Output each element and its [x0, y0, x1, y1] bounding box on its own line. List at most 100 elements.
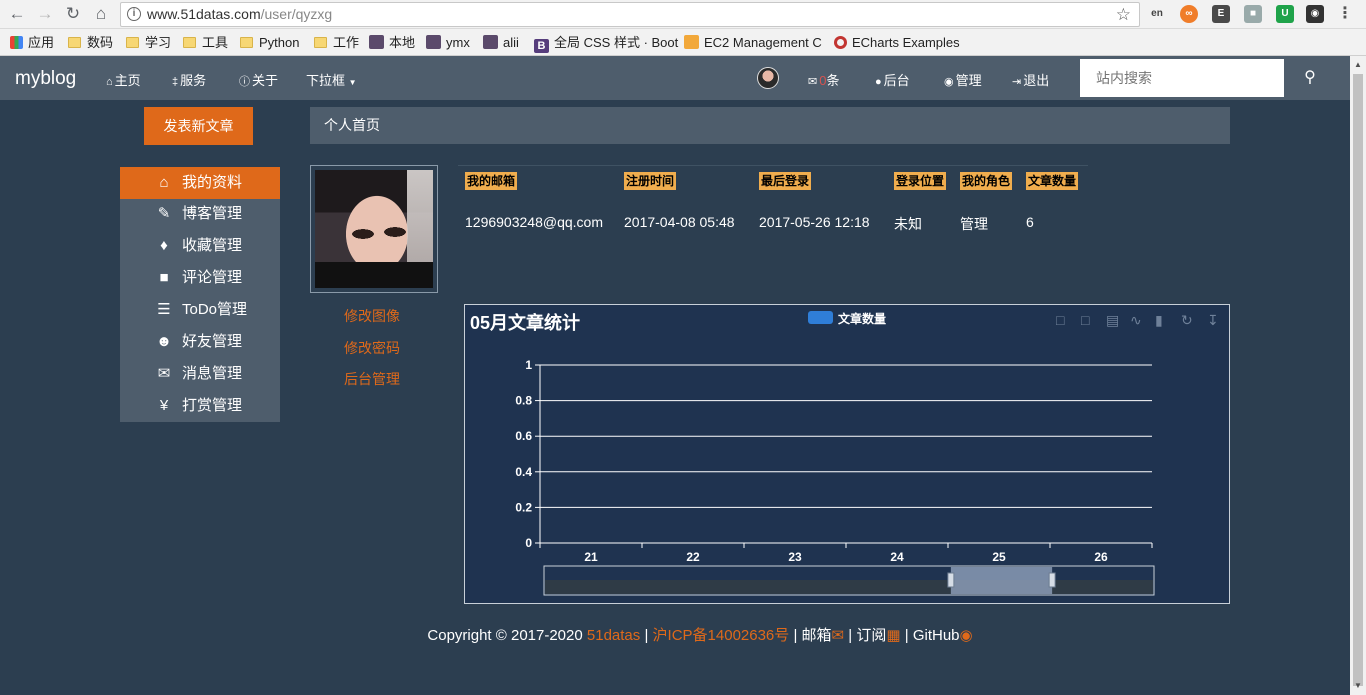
nav-services[interactable]: ‡ 服务 [172, 70, 206, 89]
mail-icon[interactable]: ✉ [832, 627, 845, 644]
zoom-reset-icon[interactable]: □ [1081, 312, 1089, 328]
caret-down-icon: ▼ [348, 78, 357, 87]
bookmark-digital[interactable]: 数码 [68, 34, 113, 52]
search-icon[interactable]: ⚲ [1290, 56, 1330, 100]
change-avatar-link[interactable]: 修改图像 [344, 306, 400, 326]
cube-extension-icon[interactable]: ■ [1244, 5, 1262, 23]
scroll-thumb[interactable] [1353, 74, 1363, 686]
back-arrow-icon[interactable]: ← [6, 4, 28, 24]
bookmark-label: ECharts Examples [852, 35, 960, 50]
sidebar-item-profile[interactable]: ⌂ 我的资料 [120, 167, 280, 199]
datazoom-handle [947, 572, 955, 588]
nav-manage-label: 管理 [955, 73, 982, 88]
sidebar-item-favorites[interactable]: ♦ 收藏管理 [120, 230, 280, 262]
shield-extension-icon[interactable]: U [1276, 5, 1294, 23]
publish-article-button[interactable]: 发表新文章 [144, 107, 253, 145]
forward-arrow-icon[interactable]: → [34, 4, 56, 24]
bookmark-label: ymx [446, 35, 470, 50]
nav-dropdown[interactable]: 下拉框 ▼ [306, 70, 357, 89]
bookmark-alii[interactable]: alii [483, 34, 519, 52]
footer-site-link[interactable]: 51datas [587, 627, 640, 644]
nav-home-label: 主页 [114, 73, 141, 88]
reload-icon[interactable]: ↻ [62, 4, 84, 24]
bookmark-python[interactable]: Python [240, 34, 299, 52]
site-info-icon[interactable]: i [127, 7, 141, 21]
legend-swatch[interactable] [808, 311, 833, 324]
bar-chart-icon[interactable]: ▮ [1155, 312, 1163, 329]
folder-icon [126, 37, 139, 48]
brand-logo[interactable]: myblog [15, 68, 76, 90]
header-register-time: 注册时间 [624, 172, 677, 190]
nav-logout[interactable]: ⇥ 退出 [1012, 70, 1049, 89]
bookmark-work[interactable]: 工作 [314, 34, 359, 52]
x-tick-label: 21 [584, 550, 598, 564]
translate-extension-icon[interactable]: en [1148, 5, 1166, 23]
download-icon[interactable]: ↧ [1207, 312, 1219, 329]
legend-label[interactable]: 文章数量 [838, 310, 886, 327]
bookmark-apps[interactable]: 应用 [10, 34, 54, 52]
pencil-icon: ✎ [157, 205, 171, 222]
ghost-extension-icon[interactable]: ◉ [1306, 5, 1324, 23]
nav-backend[interactable]: ● 后台 [875, 70, 910, 89]
sidebar-item-blogs[interactable]: ✎ 博客管理 [120, 198, 280, 230]
url-host: www.51datas.com [147, 6, 261, 22]
bookmarks-bar: 应用 数码 学习 工具 Python 工作 本地 ymx alii B 全局 CS… [0, 29, 1366, 56]
bookmark-local[interactable]: 本地 [369, 34, 415, 52]
value-role: 管理 [960, 216, 988, 232]
site-search-input[interactable] [1080, 59, 1284, 97]
nav-backend-label: 后台 [883, 73, 910, 88]
nav-home[interactable]: ⌂ 主页 [106, 70, 141, 89]
infinity-extension-icon[interactable]: ∞ [1180, 5, 1198, 23]
scroll-up-icon[interactable]: ▲ [1350, 58, 1366, 72]
admin-link[interactable]: 后台管理 [344, 369, 400, 389]
y-tick-label: 1 [525, 358, 532, 372]
sidebar-item-todo[interactable]: ☰ ToDo管理 [120, 294, 280, 326]
sidebar-item-messages[interactable]: ✉ 消息管理 [120, 358, 280, 390]
bookmark-bootstrap[interactable]: B 全局 CSS 样式 · Boot [534, 34, 679, 53]
restore-icon[interactable]: ↻ [1181, 312, 1193, 329]
nav-about[interactable]: ⓘ 关于 [239, 70, 278, 89]
bookmark-label: 全局 CSS 样式 · Boot [554, 35, 679, 50]
profile-info-table [458, 165, 1088, 166]
nav-messages[interactable]: ✉ 0条 [808, 70, 839, 89]
rss-icon[interactable]: ▦ [886, 627, 900, 644]
bookmark-ymx[interactable]: ymx [426, 34, 470, 52]
evernote-extension-icon[interactable]: E [1212, 5, 1230, 23]
page-scrollbar[interactable]: ▲ ▼ [1350, 56, 1366, 695]
sidebar-item-rewards[interactable]: ¥ 打赏管理 [120, 390, 280, 422]
yen-icon: ¥ [159, 397, 169, 414]
line-chart-icon[interactable]: ∿ [1130, 312, 1142, 329]
github-icon[interactable]: ◉ [960, 627, 973, 644]
footer-icp-link[interactable]: 沪ICP备14002636号 [653, 627, 790, 644]
site-navbar: myblog ⌂ 主页 ‡ 服务 ⓘ 关于 下拉框 ▼ ✉ 0条 ● 后台 ◉ 管理 ⇥ 退出… [0, 56, 1350, 100]
data-view-icon[interactable]: ▤ [1106, 312, 1119, 329]
datazoom-handle [1048, 572, 1056, 588]
nav-manage[interactable]: ◉ 管理 [944, 70, 982, 89]
menu-dots-icon[interactable]: ⋮ [1336, 5, 1354, 23]
sidebar-item-friends[interactable]: ☻ 好友管理 [120, 326, 280, 358]
scroll-down-icon[interactable]: ▼ [1350, 679, 1366, 693]
user-avatar[interactable] [757, 67, 779, 89]
nav-services-label: 服务 [180, 73, 207, 88]
sidebar-item-label: 好友管理 [182, 333, 243, 350]
echarts-icon [834, 36, 847, 49]
x-tick-label: 26 [1094, 550, 1108, 564]
chart-title: 05月文章统计 [470, 313, 581, 333]
sidebar-item-comments[interactable]: ■ 评论管理 [120, 262, 280, 294]
bookmark-star-icon[interactable]: ☆ [1116, 3, 1131, 26]
bookmark-label: 工作 [333, 35, 360, 50]
bookmark-echarts[interactable]: ECharts Examples [834, 34, 960, 52]
home-page-icon[interactable]: ⌂ [90, 4, 112, 24]
datazoom-window [950, 567, 1053, 594]
bookmark-tools[interactable]: 工具 [183, 34, 228, 52]
info-icon: ⓘ [239, 76, 250, 88]
change-password-link[interactable]: 修改密码 [344, 338, 400, 358]
bookmark-label: EC2 Management C [704, 35, 822, 50]
profile-photo-image [315, 170, 433, 288]
footer-mail-label: 邮箱 [801, 627, 832, 644]
bookmark-ec2[interactable]: EC2 Management C [684, 34, 822, 52]
address-bar[interactable]: i www.51datas.com/user/qyzxg ☆ [120, 2, 1140, 27]
zoom-icon[interactable]: □ [1056, 312, 1064, 328]
user-circle-icon: ● [875, 76, 882, 88]
bookmark-study[interactable]: 学习 [126, 34, 171, 52]
